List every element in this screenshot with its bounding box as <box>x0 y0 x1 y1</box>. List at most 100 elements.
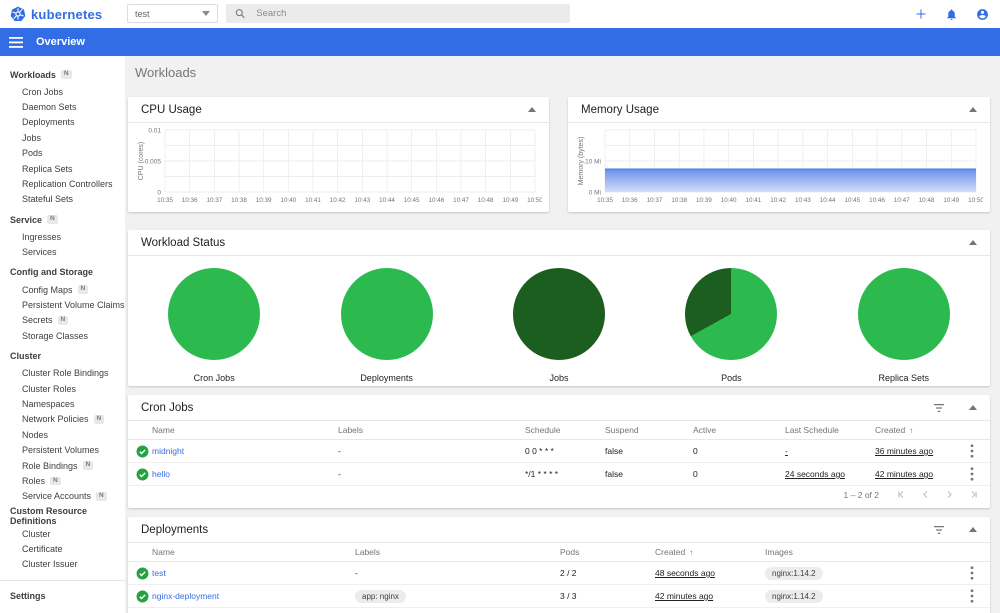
sidebar-group-cluster[interactable]: Cluster <box>0 346 125 365</box>
sidebar-item-cluster[interactable]: Cluster <box>0 526 125 541</box>
column-header-created[interactable]: Created ↑ <box>875 425 958 435</box>
cron-jobs-header: Cron Jobs <box>128 395 990 421</box>
filter-button[interactable] <box>933 403 945 413</box>
namespace-selector[interactable]: test <box>127 4 218 23</box>
svg-text:10:44: 10:44 <box>379 197 395 204</box>
previous-page-button[interactable] <box>921 490 930 499</box>
pie-chart <box>168 268 261 360</box>
svg-text:10:43: 10:43 <box>354 197 370 204</box>
sidebar-item-config-maps[interactable]: Config Maps N <box>0 282 125 297</box>
row-actions-button[interactable] <box>958 566 986 580</box>
sidebar-item-persistent-volume-claims[interactable]: Persistent Volume ClaimsN <box>0 297 125 312</box>
menu-button[interactable] <box>9 36 23 48</box>
search-bar[interactable] <box>226 4 570 23</box>
kebab-menu-icon <box>970 444 974 458</box>
namespaced-badge: N <box>50 476 61 486</box>
sidebar-group-service[interactable]: Service N <box>0 210 125 229</box>
sidebar-item-persistent-volumes[interactable]: Persistent Volumes <box>0 442 125 457</box>
sidebar-item-stateful-sets[interactable]: Stateful Sets <box>0 192 125 207</box>
search-input[interactable] <box>256 8 561 19</box>
column-header-name[interactable]: Name <box>152 547 355 557</box>
sidebar-item-service-accounts[interactable]: Service Accounts N <box>0 489 125 504</box>
collapse-card-button[interactable] <box>969 527 977 532</box>
filter-button[interactable] <box>933 525 945 535</box>
column-header-images[interactable]: Images <box>765 547 958 557</box>
sidebar-item-deployments[interactable]: Deployments <box>0 115 125 130</box>
next-page-button[interactable] <box>945 490 954 499</box>
column-header-suspend[interactable]: Suspend <box>605 425 693 435</box>
name-cell[interactable]: hello <box>152 469 338 479</box>
namespaced-badge: N <box>96 492 107 501</box>
collapse-card-button[interactable] <box>969 240 977 245</box>
column-header-name[interactable]: Name <box>152 425 338 435</box>
sidebar-item-label: Cluster Issuer <box>22 559 78 570</box>
sidebar-item-nodes[interactable]: Nodes <box>0 427 125 442</box>
row-status <box>136 468 152 481</box>
sidebar-item-replication-controllers[interactable]: Replication Controllers <box>0 176 125 191</box>
svg-text:10:36: 10:36 <box>622 197 638 204</box>
sidebar-item-about[interactable]: About <box>0 608 125 613</box>
created-cell: 42 minutes ago <box>875 469 934 479</box>
svg-text:10:49: 10:49 <box>502 197 518 204</box>
pie-chart <box>857 268 950 360</box>
sidebar-divider <box>0 580 125 582</box>
kubernetes-dashboard: kubernetes test Search Overview Workload… <box>0 0 1000 613</box>
sidebar-item-daemon-sets[interactable]: Daemon Sets <box>0 99 125 114</box>
svg-text:10:50: 10:50 <box>968 197 983 204</box>
notifications-button[interactable] <box>945 8 958 21</box>
sidebar-item-ingresses[interactable]: Ingresses <box>0 229 125 244</box>
sidebar-item-services[interactable]: Services <box>0 245 125 260</box>
row-actions-button[interactable] <box>958 467 986 481</box>
collapse-card-button[interactable] <box>528 107 536 112</box>
create-resource-button[interactable] <box>915 8 927 20</box>
sidebar-item-role-bindings[interactable]: Role Bindings N <box>0 458 125 473</box>
sidebar-item-pods[interactable]: Pods <box>0 146 125 161</box>
sidebar-item-cron-jobs[interactable]: Cron Jobs <box>0 84 125 99</box>
sidebar-item-cluster-role-bindings[interactable]: Cluster Role Bindings <box>0 365 125 380</box>
sidebar-item-roles[interactable]: Roles N <box>0 473 125 488</box>
first-page-button[interactable] <box>897 490 906 499</box>
sidebar-group-workloads[interactable]: Workloads N <box>0 65 125 84</box>
sidebar-item-cluster-issuer[interactable]: Cluster Issuer <box>0 557 125 572</box>
sidebar-item-network-policies[interactable]: Network Policies N <box>0 412 125 427</box>
images-cell: nginx:1.14.2 <box>765 566 958 580</box>
sidebar-item-storage-classes[interactable]: Storage Classes <box>0 328 125 343</box>
svg-text:10:37: 10:37 <box>647 197 663 204</box>
sidebar-item-settings[interactable]: Settings <box>0 586 125 605</box>
sidebar-item-cluster-roles[interactable]: Cluster Roles <box>0 381 125 396</box>
last_schedule-cell: - <box>785 446 788 456</box>
column-header-labels[interactable]: Labels <box>355 547 560 557</box>
column-header-active[interactable]: Active <box>693 425 785 435</box>
sidebar-item-replica-sets[interactable]: Replica Sets <box>0 161 125 176</box>
chevron-right-icon <box>947 491 952 498</box>
svg-text:10:40: 10:40 <box>280 197 296 204</box>
account-button[interactable] <box>976 8 989 21</box>
sidebar-item-label: Nodes <box>22 429 49 440</box>
column-header-pods[interactable]: Pods <box>560 547 655 557</box>
collapse-card-button[interactable] <box>969 405 977 410</box>
name-cell[interactable]: nginx-deployment <box>152 591 355 601</box>
collapse-card-button[interactable] <box>969 107 977 112</box>
column-header-labels[interactable]: Labels <box>338 425 525 435</box>
sidebar-item-jobs[interactable]: Jobs <box>0 130 125 145</box>
column-header-created[interactable]: Created ↑ <box>655 547 765 557</box>
sidebar-item-label: Storage Classes <box>22 330 89 341</box>
column-header-schedule[interactable]: Schedule <box>525 425 605 435</box>
row-status <box>136 590 152 603</box>
kubernetes-logo[interactable]: kubernetes <box>10 0 102 28</box>
row-actions-button[interactable] <box>958 444 986 458</box>
last_schedule-cell: 24 seconds ago <box>785 469 846 479</box>
column-header-last-schedule[interactable]: Last Schedule <box>785 425 875 435</box>
sidebar-item-namespaces[interactable]: Namespaces <box>0 396 125 411</box>
last-page-button[interactable] <box>969 490 978 499</box>
svg-text:10:35: 10:35 <box>157 197 173 204</box>
sidebar-item-secrets[interactable]: Secrets N <box>0 313 125 328</box>
sidebar-group-custom-resource-definitions[interactable]: Custom Resource Definitions <box>0 506 125 526</box>
name-cell[interactable]: test <box>152 568 355 578</box>
main-content: Workloads CPU Usage 0 0.005 0.01 10:35 10:36… <box>125 56 1000 613</box>
sidebar-item-certificate[interactable]: Certificate <box>0 541 125 556</box>
row-actions-button[interactable] <box>958 589 986 603</box>
first-page-icon <box>898 491 904 498</box>
sidebar-group-config-and-storage[interactable]: Config and Storage <box>0 263 125 282</box>
name-cell[interactable]: midnight <box>152 446 338 456</box>
